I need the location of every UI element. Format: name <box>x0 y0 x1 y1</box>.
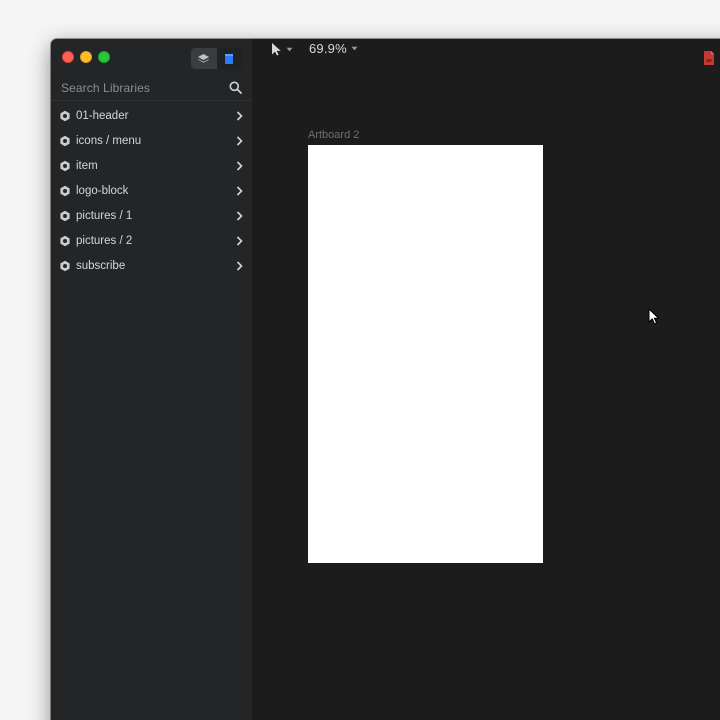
library-item[interactable]: pictures / 1 <box>51 203 252 228</box>
component-hexagon-icon <box>59 210 71 222</box>
library-item-label: pictures / 1 <box>76 209 133 222</box>
library-book-icon <box>225 53 234 64</box>
search-icon[interactable] <box>228 81 242 95</box>
component-hexagon-icon <box>59 110 71 122</box>
app-window: 01-header icons / menu <box>51 39 720 720</box>
library-panel-button[interactable] <box>216 48 242 69</box>
dropdown-caret-icon <box>351 46 358 51</box>
chevron-right-icon <box>235 160 243 171</box>
chevron-right-icon <box>235 110 243 121</box>
library-item[interactable]: pictures / 2 <box>51 228 252 253</box>
document-icon[interactable] <box>704 51 714 65</box>
arrow-pointer-icon <box>272 43 281 56</box>
layers-panel-button[interactable] <box>191 48 217 69</box>
chevron-right-icon <box>235 260 243 271</box>
chevron-right-icon <box>235 235 243 246</box>
window-controls <box>62 51 110 63</box>
artboard[interactable] <box>308 145 543 563</box>
dropdown-caret-icon <box>286 47 293 51</box>
component-hexagon-icon <box>59 185 71 197</box>
library-item-label: 01-header <box>76 109 129 122</box>
library-item-label: pictures / 2 <box>76 234 133 247</box>
library-item[interactable]: subscribe <box>51 253 252 278</box>
component-hexagon-icon <box>59 135 71 147</box>
library-item-label: subscribe <box>76 259 126 272</box>
library-item-label: logo-block <box>76 184 129 197</box>
library-list: 01-header icons / menu item logo-block p… <box>51 103 252 278</box>
zoom-level: 69.9% <box>309 41 347 56</box>
artboard-label[interactable]: Artboard 2 <box>308 129 359 141</box>
desktop: 01-header icons / menu <box>0 0 720 720</box>
search-bar <box>51 75 252 101</box>
minimize-window-button[interactable] <box>80 51 92 63</box>
zoom-dropdown[interactable]: 69.9% <box>309 41 358 56</box>
component-hexagon-icon <box>59 160 71 172</box>
libraries-sidebar: 01-header icons / menu <box>51 39 253 720</box>
close-window-button[interactable] <box>62 51 74 63</box>
panel-switcher <box>191 48 242 69</box>
zoom-window-button[interactable] <box>98 51 110 63</box>
library-item-label: item <box>76 159 98 172</box>
search-input[interactable] <box>61 80 228 95</box>
library-item[interactable]: item <box>51 153 252 178</box>
select-tool-button[interactable] <box>271 42 293 56</box>
chevron-right-icon <box>235 185 243 196</box>
layers-icon <box>198 53 210 63</box>
library-item[interactable]: 01-header <box>51 103 252 128</box>
chevron-right-icon <box>235 210 243 221</box>
canvas-area[interactable]: 69.9% Artboard 2 <box>253 39 720 720</box>
component-hexagon-icon <box>59 235 71 247</box>
chevron-right-icon <box>235 135 243 146</box>
library-item[interactable]: icons / menu <box>51 128 252 153</box>
component-hexagon-icon <box>59 260 71 272</box>
mouse-cursor-icon <box>648 308 659 325</box>
library-item[interactable]: logo-block <box>51 178 252 203</box>
library-item-label: icons / menu <box>76 134 142 147</box>
